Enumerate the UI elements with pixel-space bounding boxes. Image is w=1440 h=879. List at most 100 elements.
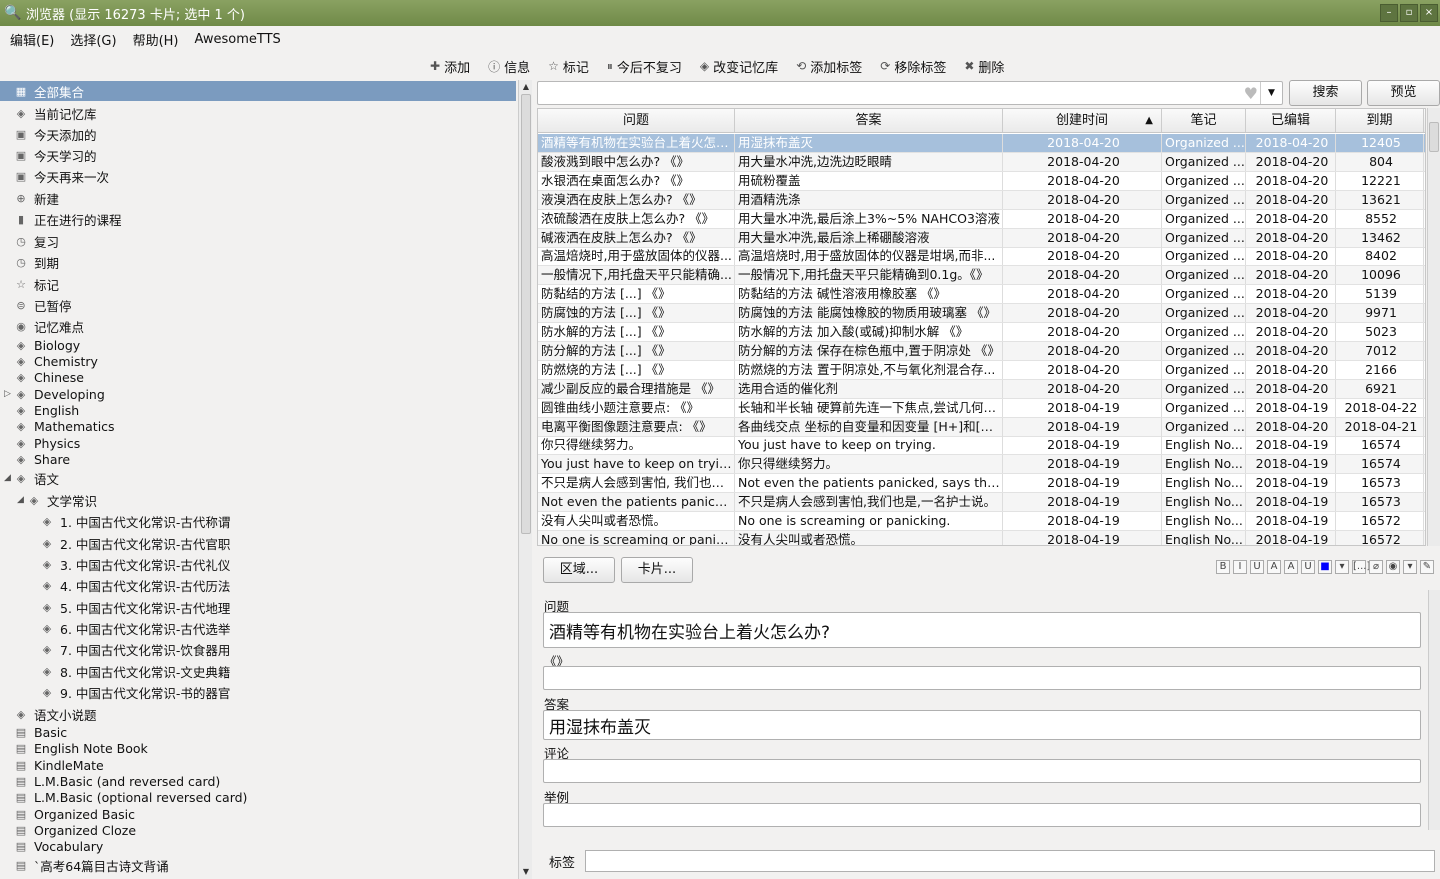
column-header-edited[interactable]: 已编辑 bbox=[1246, 109, 1336, 132]
delete-button[interactable]: ✖ 删除 bbox=[964, 57, 1004, 76]
sidebar-item[interactable]: ◈ 4. 中国古代文化常识-古代历法 bbox=[40, 575, 231, 595]
table-row[interactable]: 防腐蚀的方法 [...] 《》 防腐蚀的方法 能腐蚀橡胶的物质用玻璃塞 《》 201… bbox=[538, 304, 1425, 324]
format-button[interactable]: A bbox=[1267, 560, 1281, 574]
format-button[interactable]: ✎ bbox=[1420, 560, 1434, 574]
editor-scrollbar[interactable] bbox=[1428, 590, 1440, 830]
sidebar-item[interactable]: ▣ 今天添加的 bbox=[14, 124, 97, 144]
sidebar-scroll-thumb[interactable] bbox=[521, 94, 531, 534]
add-button[interactable]: ✚ 添加 bbox=[430, 57, 470, 76]
sidebar-item[interactable]: ▣ 今天再来一次 bbox=[14, 166, 109, 186]
column-header-answer[interactable]: 答案 bbox=[735, 109, 1003, 132]
menu-awesometts[interactable]: AwesomeTTS bbox=[195, 32, 281, 47]
mark-button[interactable]: ☆ 标记 bbox=[548, 57, 589, 76]
sidebar-item[interactable]: ◈ 9. 中国古代文化常识-书的器官 bbox=[40, 682, 231, 702]
table-row[interactable]: No one is screaming or panicking. 没有人尖叫或者… bbox=[538, 530, 1425, 545]
sidebar-item[interactable]: ⊜ 已暂停 bbox=[14, 295, 71, 315]
sidebar-item[interactable]: ◈ 8. 中国古代文化常识-文史典籍 bbox=[40, 661, 231, 681]
close-button[interactable]: × bbox=[1420, 4, 1438, 22]
format-button[interactable]: ◉ bbox=[1386, 560, 1400, 574]
format-button[interactable]: ▾ bbox=[1403, 560, 1417, 574]
sidebar-item[interactable]: ◈ 语文小说题 bbox=[14, 704, 97, 724]
sidebar-item[interactable]: ◉ 记忆难点 bbox=[14, 316, 84, 336]
table-row[interactable]: 水银洒在桌面怎么办? 《》 用硫粉覆盖 2018-04-20 Organized ..… bbox=[538, 171, 1425, 191]
sidebar-item[interactable]: ◈ Share bbox=[14, 449, 70, 469]
remove-tags-button[interactable]: ⟳ 移除标签 bbox=[880, 57, 946, 76]
sidebar-scrollbar[interactable]: ▲ ▼ bbox=[518, 80, 532, 879]
table-row[interactable]: 减少副反应的最合理措施是 《》 选用合适的催化剂 2018-04-20 Organiz… bbox=[538, 379, 1425, 399]
expand-arrow-icon[interactable]: ▷ bbox=[4, 389, 11, 399]
info-button[interactable]: ⓘ 信息 bbox=[488, 57, 530, 76]
table-row[interactable]: 一般情况下,用托盘天平只能精确... 一般情况下,用托盘天平只能精确到0.1g。《… bbox=[538, 266, 1425, 286]
column-header-note[interactable]: 笔记 bbox=[1162, 109, 1246, 132]
sidebar-item[interactable]: ▣ 今天学习的 bbox=[14, 145, 97, 165]
format-button[interactable]: U bbox=[1301, 560, 1315, 574]
column-header-created[interactable]: 创建时间 ▲ bbox=[1003, 109, 1162, 132]
table-row[interactable]: 酒精等有机物在实验台上着火怎么... 用湿抹布盖灭 2018-04-20 Organi… bbox=[538, 134, 1425, 153]
table-row[interactable]: 碱液洒在皮肤上怎么办? 《》 用大量水冲洗,最后涂上稀硼酸溶液 2018-04-20… bbox=[538, 228, 1425, 248]
sidebar-item[interactable]: ◈ 1. 中国古代文化常识-古代称谓 bbox=[40, 511, 231, 531]
menu-edit[interactable]: 编辑(E) bbox=[10, 30, 54, 49]
expand-arrow-icon[interactable]: ◢ bbox=[4, 473, 11, 483]
table-row[interactable]: 高温焙烧时,用于盛放固体的仪器... 高温焙烧时,用于盛放固体的仪器是坩埚,而非.… bbox=[538, 247, 1425, 267]
fields-button[interactable]: 区域... bbox=[543, 557, 615, 583]
preview-button[interactable]: 预览 bbox=[1367, 80, 1440, 106]
table-row[interactable]: Not even the patients panicked, ...不只是病人… bbox=[538, 493, 1425, 513]
table-row[interactable]: 圆锥曲线小题注意要点: 《》 长轴和半长轴 硬算前先连一下焦点,尝试几何法... 2… bbox=[538, 398, 1425, 418]
minimize-button[interactable]: – bbox=[1380, 4, 1398, 22]
sidebar-item[interactable]: ☆ 标记 bbox=[14, 274, 59, 294]
sidebar-item[interactable]: ◷ 复习 bbox=[14, 231, 59, 251]
sidebar-item[interactable]: ◈ 当前记忆库 bbox=[14, 103, 97, 123]
table-row[interactable]: 你只得继续努力。 You just have to keep on trying.… bbox=[538, 436, 1425, 456]
table-row[interactable]: 浓硫酸洒在皮肤上怎么办? 《》 用大量水冲洗,最后涂上3%~5% NAHCO3溶液… bbox=[538, 209, 1425, 229]
scroll-up-arrow-icon[interactable]: ▲ bbox=[521, 82, 531, 92]
table-row[interactable]: 不只是病人会感到害怕, 我们也是, ... Not even the patien… bbox=[538, 474, 1425, 494]
sidebar-item[interactable]: ◢ ◈ 文学常识 bbox=[17, 490, 97, 510]
table-row[interactable]: 防黏结的方法 [...] 《》 防黏结的方法 碱性溶液用橡胶塞 《》 2018-04… bbox=[538, 285, 1425, 305]
table-row[interactable]: 液溴洒在皮肤上怎么办? 《》 用酒精洗涤 2018-04-20 Organized .… bbox=[538, 190, 1425, 210]
sidebar-item[interactable]: ◈ 7. 中国古代文化常识-饮食器用 bbox=[40, 639, 231, 659]
table-row[interactable]: You just have to keep on trying. 你只得继续努力。… bbox=[538, 455, 1425, 475]
menu-help[interactable]: 帮助(H) bbox=[133, 30, 179, 49]
format-button[interactable]: I bbox=[1233, 560, 1247, 574]
search-input[interactable]: ♥ ▼ bbox=[537, 81, 1283, 105]
sidebar-item[interactable]: ◈ 5. 中国古代文化常识-古代地理 bbox=[40, 597, 231, 617]
field-input[interactable]: 用湿抹布盖灭 bbox=[543, 710, 1421, 740]
format-button[interactable]: [...] bbox=[1352, 560, 1370, 574]
tags-input[interactable] bbox=[585, 850, 1435, 872]
format-button[interactable]: A bbox=[1284, 560, 1298, 574]
sidebar-item[interactable]: ◈ 2. 中国古代文化常识-古代官职 bbox=[40, 533, 231, 553]
sidebar-item[interactable]: ◢ ◈ 语文 bbox=[4, 468, 59, 488]
change-deck-button[interactable]: ◈ 改变记忆库 bbox=[700, 57, 778, 76]
format-button[interactable]: B bbox=[1216, 560, 1230, 574]
field-input[interactable] bbox=[543, 803, 1421, 827]
sidebar-item[interactable]: ⊕ 新建 bbox=[14, 188, 59, 208]
format-button[interactable]: ■ bbox=[1318, 560, 1332, 574]
add-tags-button[interactable]: ⟲ 添加标签 bbox=[796, 57, 862, 76]
format-button[interactable]: ⌀ bbox=[1369, 560, 1383, 574]
table-row[interactable]: 酸液溅到眼中怎么办? 《》 用大量水冲洗,边洗边眨眼睛 2018-04-20 Orga… bbox=[538, 152, 1425, 172]
menu-select[interactable]: 选择(G) bbox=[70, 30, 116, 49]
field-input[interactable]: 酒精等有机物在实验台上着火怎么办? bbox=[543, 612, 1421, 648]
maximize-button[interactable]: ▫ bbox=[1400, 4, 1418, 22]
column-header-question[interactable]: 问题 bbox=[538, 109, 735, 132]
field-input[interactable] bbox=[543, 759, 1421, 783]
field-input[interactable] bbox=[543, 666, 1421, 690]
table-row[interactable]: 没有人尖叫或者恐慌。 No one is screaming or panicki… bbox=[538, 512, 1425, 531]
sidebar-item[interactable]: ▦ 全部集合 bbox=[0, 81, 516, 101]
sidebar-item[interactable]: ▮ 正在进行的课程 bbox=[14, 209, 122, 229]
sidebar-item[interactable]: ◈ 3. 中国古代文化常识-古代礼仪 bbox=[40, 554, 231, 574]
table-row[interactable]: 防分解的方法 [...] 《》 防分解的方法 保存在棕色瓶中,置于阴凉处 《》 20… bbox=[538, 341, 1425, 361]
cards-button[interactable]: 卡片... bbox=[621, 557, 693, 583]
table-scrollbar[interactable] bbox=[1427, 108, 1440, 546]
format-button[interactable]: ▾ bbox=[1335, 560, 1349, 574]
sidebar-item[interactable]: ◈ 6. 中国古代文化常识-古代选举 bbox=[40, 618, 231, 638]
table-scroll-thumb[interactable] bbox=[1429, 122, 1439, 152]
table-row[interactable]: 电离平衡图像题注意要点: 《》 各曲线交点 坐标的自变量和因变量 [H+]和[OH… bbox=[538, 417, 1425, 437]
table-row[interactable]: 防燃烧的方法 [...] 《》 防燃烧的方法 置于阴凉处,不与氧化剂混合存... 2… bbox=[538, 360, 1425, 380]
sidebar-item[interactable]: ▤ Vocabulary bbox=[14, 836, 104, 856]
search-history-dropdown[interactable]: ▼ bbox=[1260, 82, 1282, 104]
column-header-due[interactable]: 到期 bbox=[1336, 109, 1424, 132]
format-button[interactable]: U bbox=[1250, 560, 1264, 574]
expand-arrow-icon[interactable]: ◢ bbox=[17, 495, 24, 505]
suspend-button[interactable]: ⏸ 今后不复习 bbox=[607, 57, 682, 76]
